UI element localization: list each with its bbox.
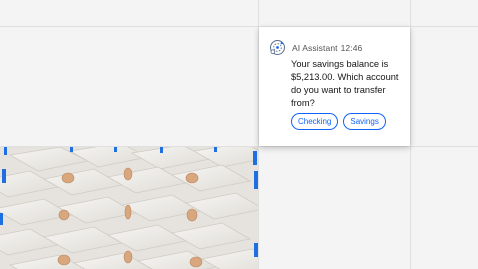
savings-button[interactable]: Savings [343, 113, 386, 130]
ai-assistant-icon [270, 40, 285, 55]
message-header: AI Assistant 12:46 [269, 39, 362, 56]
message-text: Your savings balance is $5,213.00. Which… [291, 59, 399, 108]
message-meta: AI Assistant 12:46 [292, 43, 362, 53]
hero-image [0, 147, 258, 269]
checking-button[interactable]: Checking [291, 113, 339, 130]
quick-reply-group: Checking Savings [291, 113, 386, 130]
grid-divider [410, 0, 411, 269]
assistant-message-card: AI Assistant 12:46 Your savings balance i… [259, 27, 410, 146]
message-timestamp: 12:46 [340, 42, 363, 53]
sender-name: AI Assistant [292, 42, 338, 53]
